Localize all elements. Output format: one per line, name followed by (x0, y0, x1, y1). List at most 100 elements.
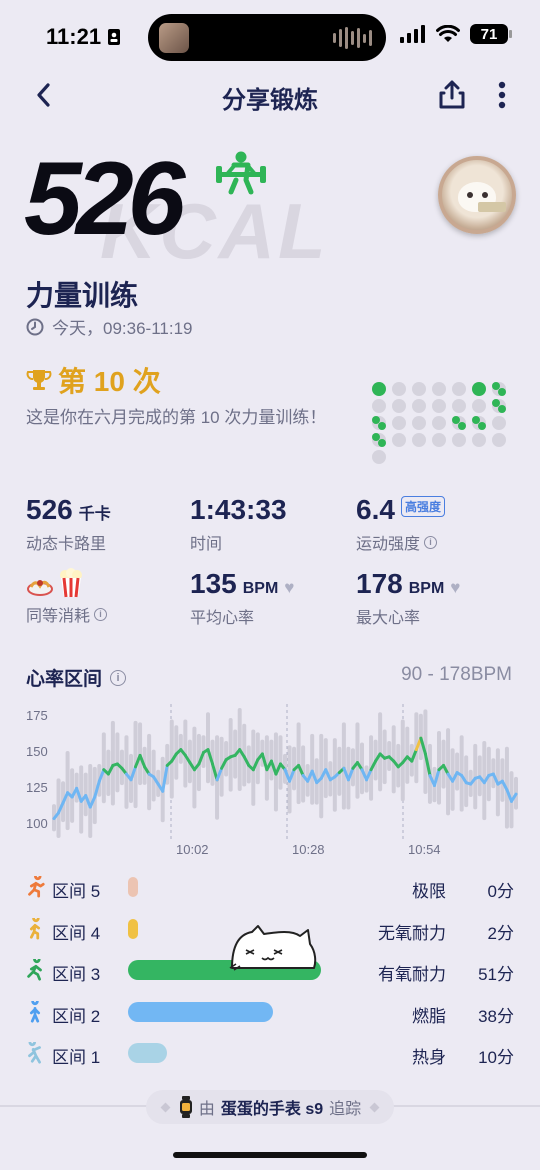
day-dot (452, 382, 466, 396)
signal-icon (400, 25, 425, 43)
home-indicator[interactable] (173, 1152, 367, 1158)
zone-bar (128, 877, 138, 897)
stat-duration-label: 时间 (190, 536, 223, 553)
hr-range-bar (405, 726, 410, 784)
day-dot (472, 382, 486, 396)
more-options-icon[interactable] (492, 78, 512, 112)
stat-intensity-value: 6.4 (356, 494, 395, 525)
hr-range-bar (296, 722, 301, 805)
hr-section-title: 心率区间 i (26, 664, 127, 691)
stat-max-hr-value: 178 (356, 568, 403, 599)
zone-minutes: 10分 (478, 1048, 514, 1067)
day-dot (472, 433, 486, 447)
stat-calories-value: 526 (26, 494, 73, 525)
x-tick-label: 10:02 (176, 842, 209, 857)
x-tick-label: 10:54 (408, 842, 441, 857)
day-dot (412, 399, 426, 413)
zone-minutes: 2分 (487, 923, 514, 943)
stat-max-hr-label: 最大心率 (356, 610, 421, 627)
achievement: 第 10 次 (26, 360, 161, 400)
hr-range-bar (110, 720, 115, 806)
day-dot (412, 416, 426, 430)
day-dot (392, 416, 406, 430)
zone-row: 区间 2 燃脂 38分 (0, 998, 540, 1028)
photo-sticker (478, 202, 506, 212)
workout-dot (378, 422, 386, 430)
zone-bar (128, 1043, 167, 1063)
stat-equivalent-label: 同等消耗 (26, 608, 91, 625)
workout-dot (458, 422, 466, 430)
zone-bar (128, 918, 138, 939)
calories-hero: 526 (24, 141, 186, 257)
stat-max-hr: 178 BPM ♥ 最大心率 (356, 568, 460, 628)
workout-dot (452, 416, 460, 424)
cat-eye (467, 192, 473, 198)
zone-name: 区间 1 (52, 1048, 101, 1067)
day-dot (432, 399, 446, 413)
wifi-icon (436, 25, 460, 42)
info-icon[interactable]: i (110, 669, 127, 686)
stat-calories-label: 动态卡路里 (26, 536, 107, 553)
day-dot (392, 382, 406, 396)
run-icon (29, 917, 41, 940)
day-dot (372, 450, 386, 464)
stat-avg-hr: 135 BPM ♥ 平均心率 (190, 568, 294, 628)
stat-intensity-label: 运动强度 (356, 536, 421, 553)
stat-duration: 1:43:33 时间 (190, 494, 287, 554)
zone-bar (128, 1001, 273, 1022)
heart-icon: ♥ (284, 578, 295, 597)
footer-suffix: 追踪 (329, 1101, 362, 1118)
zone-description: 燃脂 (412, 1006, 446, 1026)
stat-duration-value: 1:43:33 (190, 494, 287, 525)
day-dot (432, 382, 446, 396)
hr-range-bar (341, 722, 346, 810)
day-dot (412, 433, 426, 447)
workout-dot (498, 405, 506, 413)
stat-equivalent: 同等消耗 i (26, 568, 108, 626)
workout-dot (492, 399, 500, 407)
hr-range-bar (206, 712, 210, 784)
day-dot (452, 399, 466, 413)
share-icon[interactable] (436, 78, 468, 112)
jog-icon (27, 959, 42, 981)
info-icon[interactable]: i (94, 607, 108, 621)
zone-minutes: 0分 (487, 882, 514, 901)
day-dot (392, 399, 406, 413)
cat-mascot-icon (229, 925, 317, 971)
trophy-icon (26, 370, 52, 390)
hr-range-bar (323, 738, 328, 799)
id-card-icon (108, 29, 121, 45)
tracked-by: 由 蛋蛋的手表 s9 追踪 (146, 1090, 394, 1124)
y-tick-label: 125 (26, 780, 48, 795)
weightlifting-icon (216, 151, 266, 195)
hr-range-bar (138, 722, 143, 786)
achievement-description: 这是你在六月完成的第 10 次力量训练！ (26, 408, 327, 427)
workout-dot (472, 416, 480, 424)
stat-avg-hr-unit: BPM (242, 580, 279, 597)
stretch-icon (28, 1042, 41, 1064)
zone-description: 热身 (412, 1048, 446, 1067)
info-icon[interactable]: i (424, 535, 438, 549)
day-dot (372, 382, 386, 396)
stat-calories: 526 千卡 动态卡路里 (26, 494, 111, 554)
workout-dot (492, 382, 500, 390)
workout-dot (378, 439, 386, 447)
spaghetti-icon (27, 580, 53, 596)
heart-rate-chart[interactable]: 10:02 10:28 10:54 175 150 125 100 (0, 700, 540, 860)
day-dot (492, 433, 506, 447)
zone-row: 区间 1 热身 10分 (0, 1039, 540, 1069)
clock-icon (26, 318, 44, 335)
status-icons: 71 (400, 24, 512, 44)
hr-range-bar (115, 732, 120, 793)
user-avatar[interactable] (438, 156, 516, 234)
dynamic-island[interactable] (148, 14, 386, 61)
time-range-text: 今天，09:36-11:19 (52, 319, 193, 338)
zone-name: 区间 2 (52, 1006, 101, 1026)
hr-range-bar (65, 751, 70, 831)
hr-range: 90 - 178BPM (401, 664, 512, 685)
diamond-ornament (369, 1102, 380, 1112)
stat-intensity: 6.4 高强度 运动强度 i (356, 494, 445, 554)
sprint-icon (28, 876, 45, 898)
zone-name: 区间 5 (52, 882, 101, 901)
battery-icon: 71 (470, 24, 512, 44)
